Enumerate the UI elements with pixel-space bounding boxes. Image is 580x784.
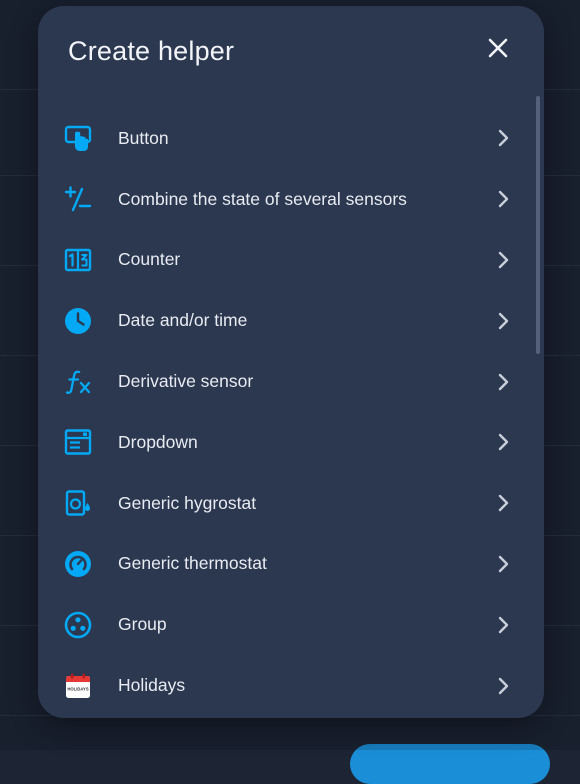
- chevron-right-icon: [496, 189, 510, 209]
- helper-item-combine-sensors[interactable]: Combine the state of several sensors: [38, 169, 544, 230]
- chevron-right-icon: [496, 250, 510, 270]
- close-icon: [488, 38, 508, 58]
- helper-item-label: Generic thermostat: [118, 553, 267, 574]
- clock-icon: [64, 307, 92, 335]
- dropdown-icon: [64, 428, 92, 456]
- function-icon: [64, 368, 92, 396]
- helper-item-label: Derivative sensor: [118, 371, 254, 392]
- chevron-right-icon: [496, 676, 510, 696]
- close-button[interactable]: [482, 32, 514, 64]
- button-icon: [64, 124, 92, 152]
- helper-item-derivative-sensor[interactable]: Derivative sensor: [38, 351, 544, 412]
- plus-minus-icon: [64, 185, 92, 213]
- dialog-title: Create helper: [68, 36, 235, 66]
- helper-item-counter[interactable]: Counter: [38, 230, 544, 291]
- chevron-right-icon: [496, 128, 510, 148]
- thermostat-icon: [64, 550, 92, 578]
- holidays-calendar-icon: HOLIDAYS: [64, 672, 92, 700]
- helper-item-label: Button: [118, 127, 169, 148]
- helper-item-label: Dropdown: [118, 431, 198, 452]
- hygrostat-icon: [64, 489, 92, 517]
- helper-item-label: Combine the state of several sensors: [118, 188, 407, 209]
- helper-item-holidays[interactable]: HOLIDAYS Holidays: [38, 655, 544, 716]
- helper-item-date-time[interactable]: Date and/or time: [38, 290, 544, 351]
- chevron-right-icon: [496, 372, 510, 392]
- group-icon: [64, 611, 92, 639]
- create-helper-dialog: Create helper Button Combine the state o…: [38, 6, 544, 718]
- helper-item-label: Generic hygrostat: [118, 492, 257, 513]
- helper-item-group[interactable]: Group: [38, 594, 544, 655]
- chevron-right-icon: [496, 493, 510, 513]
- chevron-right-icon: [496, 615, 510, 635]
- helper-item-label: Counter: [118, 249, 181, 270]
- helper-item-generic-hygrostat[interactable]: Generic hygrostat: [38, 473, 544, 534]
- holidays-icon-text: HOLIDAYS: [67, 686, 88, 691]
- helper-item-label: Holidays: [118, 675, 186, 696]
- helper-item-generic-thermostat[interactable]: Generic thermostat: [38, 534, 544, 595]
- chevron-right-icon: [496, 432, 510, 452]
- helper-item-label: Date and/or time: [118, 310, 248, 331]
- helper-item-dropdown[interactable]: Dropdown: [38, 412, 544, 473]
- background-add-button: [350, 744, 550, 784]
- chevron-right-icon: [496, 554, 510, 574]
- helper-list: Button Combine the state of several sens…: [38, 108, 544, 716]
- helper-item-button[interactable]: Button: [38, 108, 544, 169]
- counter-icon: [64, 246, 92, 274]
- chevron-right-icon: [496, 311, 510, 331]
- helper-item-label: Group: [118, 614, 167, 635]
